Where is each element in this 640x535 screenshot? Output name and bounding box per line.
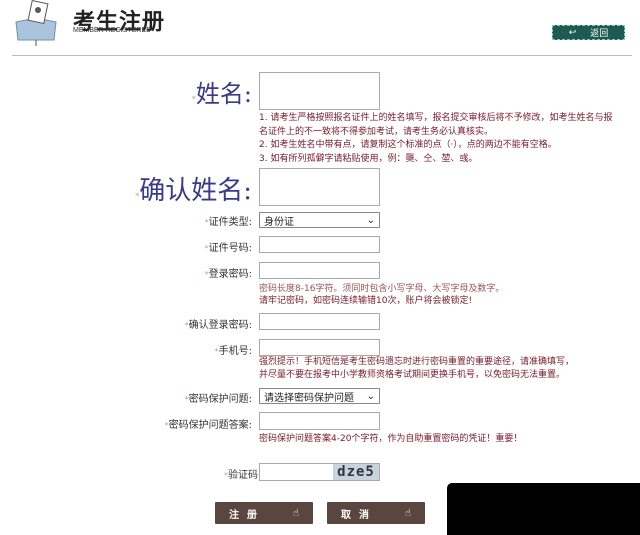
confirm-password-label: *确认登录密码: [184, 320, 252, 331]
name-input[interactable] [259, 72, 380, 110]
id-number-input[interactable] [259, 236, 380, 253]
phone-input[interactable] [259, 339, 380, 356]
name-label: *姓名: [191, 80, 252, 108]
page-subtitle: MEMBER REGISTERED [73, 27, 152, 34]
back-arrow-icon: ↩ [568, 27, 577, 38]
password-input[interactable] [259, 262, 380, 279]
security-question-select[interactable]: 请选择密码保护问题 ⌄ [259, 388, 380, 404]
confirm-name-input[interactable] [259, 168, 380, 206]
phone-notes: 强烈提示！手机短信是考生密码遗忘时进行密码重置的重要途径，请准确填写， 并尽量不要… [259, 357, 575, 380]
back-button[interactable]: ↩ 返回 [552, 25, 625, 40]
chevron-down-icon: ⌄ [366, 214, 375, 226]
confirm-name-label: *确认姓名: [135, 176, 252, 206]
password-label: *登录密码: [204, 269, 252, 280]
hand-pointer-icon: ☝ [404, 507, 412, 519]
confirm-password-input[interactable] [259, 313, 380, 330]
captcha-image[interactable]: dze5 [333, 464, 379, 480]
cancel-button[interactable]: 取消 ☝ [327, 502, 425, 524]
name-notes: 1. 请考生严格按照报名证件上的姓名填写，报名提交审核后将不予修改，如考生姓名与… [259, 113, 613, 164]
logo-icon [15, 0, 57, 46]
captcha-label: *验证码 [224, 470, 258, 481]
security-answer-note: 密码保护问题答案4-20个字符，作为自助重置密码的凭证！重要！ [259, 434, 523, 444]
register-button[interactable]: 注册 ☝ [215, 502, 313, 524]
id-type-select[interactable]: 身份证 ⌄ [259, 212, 380, 228]
security-answer-label: *密码保护问题答案: [164, 420, 252, 431]
id-type-label: *证件类型: [204, 217, 252, 228]
phone-label: *手机号: [214, 346, 252, 357]
black-overlay [447, 483, 640, 535]
hand-pointer-icon: ☝ [292, 507, 300, 519]
chevron-down-icon: ⌄ [366, 390, 375, 402]
id-number-label: *证件号码: [204, 243, 252, 254]
security-answer-input[interactable] [259, 412, 380, 430]
password-notes: 密码长度8-16字符。须同时包含小写字母、大写字母及数字。 请牢记密码，如密码连续… [259, 284, 505, 306]
header-divider [12, 55, 632, 56]
back-label: 返回 [590, 29, 609, 39]
security-question-label: *密码保护问题: [184, 394, 252, 405]
